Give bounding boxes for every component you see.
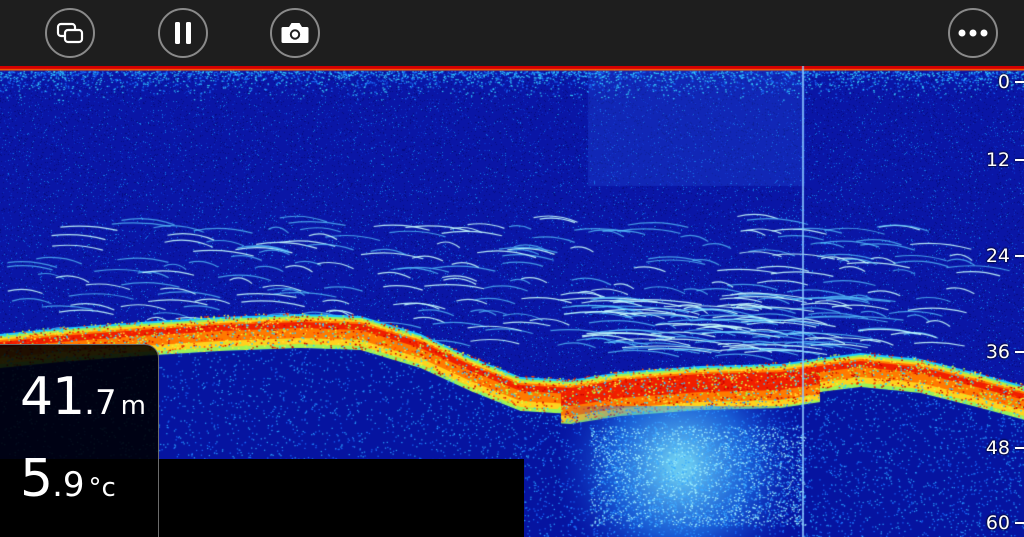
top-toolbar [0,0,1024,66]
temperature-value-integer: 5 [20,449,53,509]
depth-unit: m [120,391,146,421]
more-menu-button[interactable] [948,8,998,58]
depth-readout: 41 .7 m [20,367,146,427]
temperature-readout: 5 .9 °c [20,449,116,509]
layers-icon [56,22,84,44]
view-mode-button[interactable] [45,8,95,58]
pause-button[interactable] [158,8,208,58]
more-icon [958,29,988,37]
depth-value-integer: 41 [20,367,85,427]
camera-button[interactable] [270,8,320,58]
depth-value-decimal: .7 [84,383,117,423]
readout-panel: 41 .7 m 5 .9 °c [0,344,159,537]
pause-icon [173,21,193,45]
camera-icon [280,21,310,45]
temperature-unit: °c [88,473,116,503]
fish-finder-screen: 0 12 24 36 48 60 41 .7 m 5 .9 °c [0,0,1024,537]
temperature-value-decimal: .9 [52,465,85,505]
